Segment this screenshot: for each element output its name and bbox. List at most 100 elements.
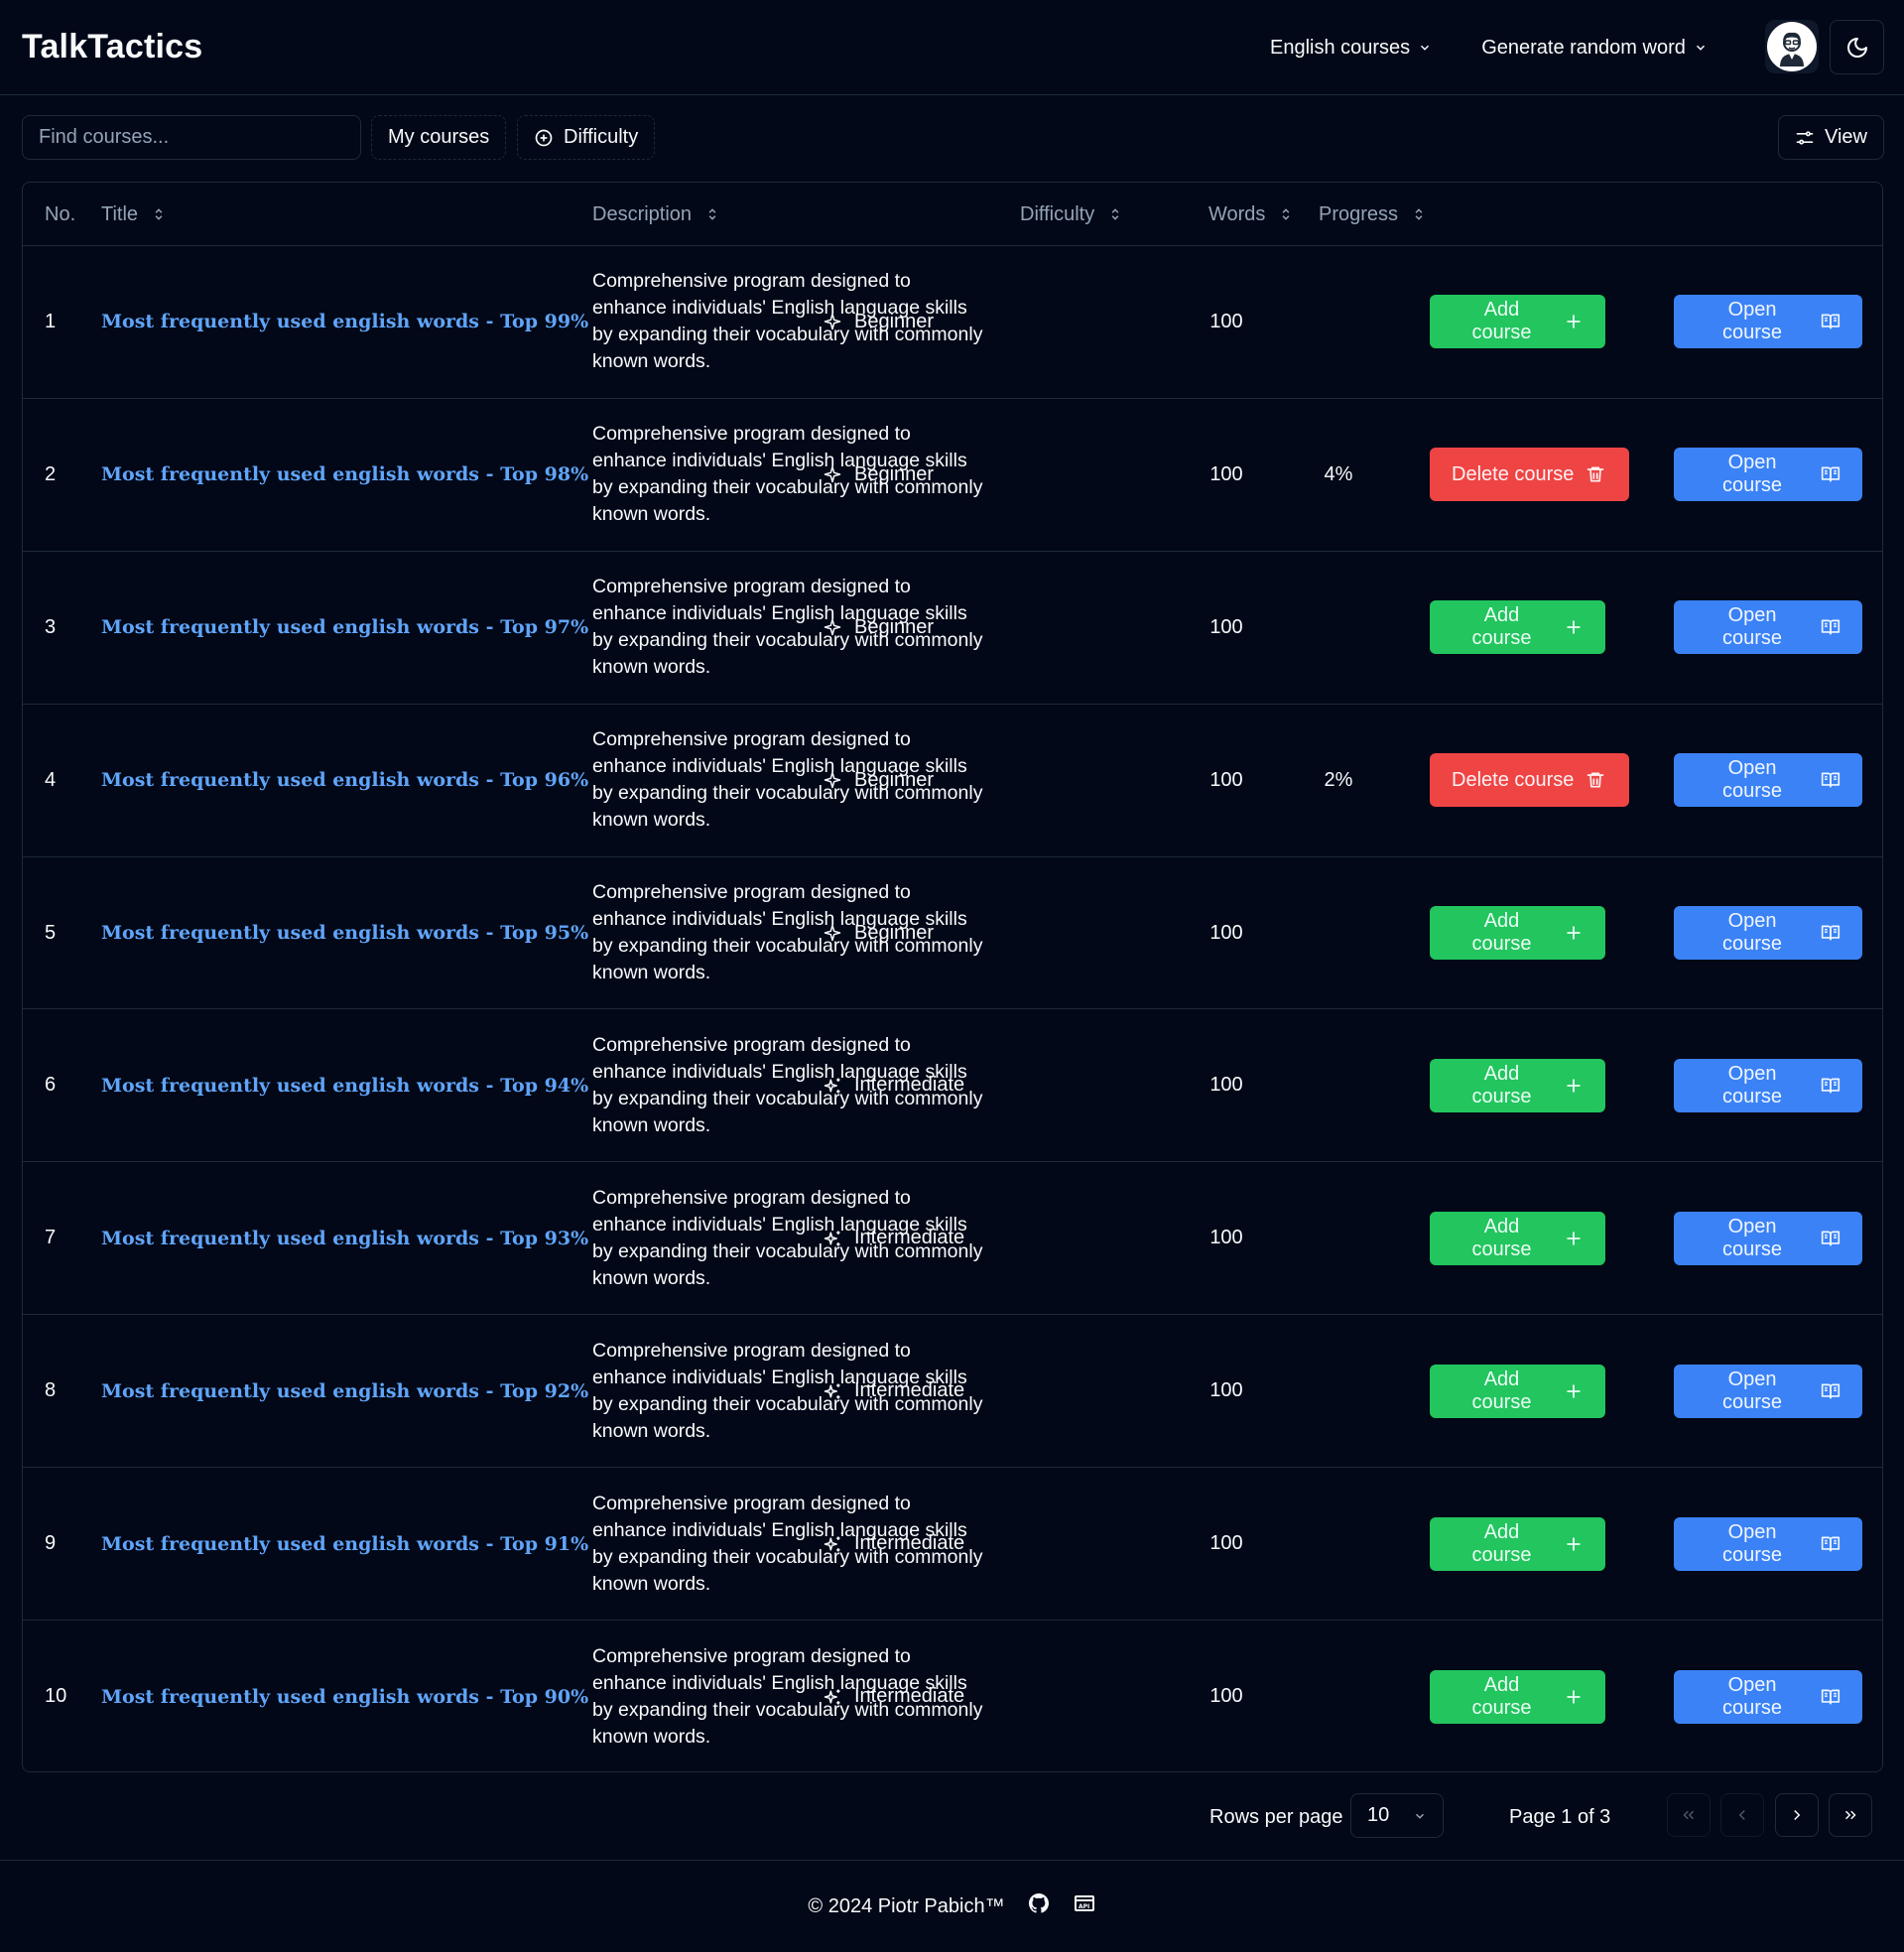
row-number: 9	[45, 1532, 57, 1555]
course-title-link[interactable]: Most frequently used english words - Top…	[101, 1315, 588, 1467]
book-open-icon	[1821, 925, 1841, 941]
open-course-button[interactable]: Open course	[1674, 1058, 1862, 1112]
delete-course-button[interactable]: Delete course	[1430, 753, 1629, 808]
sort-icon	[1111, 208, 1119, 220]
book-open-icon	[1821, 1231, 1841, 1246]
course-title-link[interactable]: Most frequently used english words - Top…	[101, 857, 588, 1009]
course-words: 100	[1209, 1074, 1243, 1097]
user-avatar-icon	[1780, 32, 1804, 66]
column-header-words[interactable]: Words	[1208, 183, 1293, 246]
course-title-link[interactable]: Most frequently used english words - Top…	[101, 1468, 588, 1620]
view-options-button[interactable]: View	[1778, 115, 1884, 160]
open-course-button[interactable]: Open course	[1674, 753, 1862, 808]
page-info: Page 1 of 3	[1509, 1806, 1611, 1828]
plus-icon	[1567, 315, 1581, 329]
row-number: 1	[45, 310, 57, 332]
add-course-button[interactable]: Add course	[1430, 1211, 1605, 1265]
difficulty-filter-button[interactable]: Difficulty	[517, 115, 656, 160]
action-label: Add course	[1471, 910, 1532, 955]
open-course-button[interactable]: Open course	[1674, 295, 1862, 349]
course-progress: 4%	[1324, 462, 1353, 485]
search-input[interactable]	[22, 115, 361, 160]
add-course-button[interactable]: Add course	[1430, 295, 1605, 349]
chevron-right-icon	[1794, 1809, 1801, 1821]
row-number: 4	[45, 768, 57, 791]
book-open-icon	[1821, 619, 1841, 635]
course-title-link[interactable]: Most frequently used english words - Top…	[101, 1621, 588, 1771]
random-word-label: Generate random word	[1481, 36, 1686, 59]
course-title-link[interactable]: Most frequently used english words - Top…	[101, 1009, 588, 1161]
api-icon: API	[1074, 1895, 1094, 1911]
action-label: Delete course	[1452, 462, 1575, 485]
add-course-button[interactable]: Add course	[1430, 1516, 1605, 1571]
open-label: Open course	[1722, 1673, 1783, 1719]
row-number: 7	[45, 1227, 57, 1249]
course-title-link[interactable]: Most frequently used english words - Top…	[101, 246, 588, 398]
difficulty-label: Beginner	[854, 921, 935, 944]
course-difficulty: Intermediate	[823, 1315, 964, 1467]
open-course-button[interactable]: Open course	[1674, 906, 1862, 960]
open-course-button[interactable]: Open course	[1674, 1669, 1862, 1724]
rows-per-page-label: Rows per page	[1209, 1806, 1343, 1828]
theme-toggle-button[interactable]	[1830, 20, 1884, 74]
open-label: Open course	[1722, 1215, 1783, 1260]
difficulty-label: Beginner	[854, 462, 935, 485]
open-course-button[interactable]: Open course	[1674, 1516, 1862, 1571]
rows-per-page-select[interactable]: 10	[1350, 1793, 1444, 1838]
book-open-icon	[1821, 314, 1841, 329]
action-label: Add course	[1471, 1062, 1532, 1107]
open-label: Open course	[1722, 1520, 1783, 1566]
table-row: 9 Most frequently used english words - T…	[23, 1468, 1882, 1622]
previous-page-button[interactable]	[1720, 1793, 1764, 1837]
difficulty-label: Intermediate	[854, 1685, 965, 1708]
course-title-link[interactable]: Most frequently used english words - Top…	[101, 1162, 588, 1314]
plus-icon	[1567, 1232, 1581, 1245]
course-title-link[interactable]: Most frequently used english words - Top…	[101, 399, 588, 551]
avatar	[1767, 22, 1817, 71]
column-header-progress[interactable]: Progress	[1319, 183, 1426, 246]
column-header-difficulty[interactable]: Difficulty	[1020, 183, 1122, 246]
column-difficulty-label: Difficulty	[1020, 202, 1095, 225]
english-courses-menu[interactable]: English courses	[1270, 37, 1432, 60]
first-page-button[interactable]	[1667, 1793, 1711, 1837]
table-row: 2 Most frequently used english words - T…	[23, 399, 1882, 552]
add-course-button[interactable]: Add course	[1430, 1669, 1605, 1724]
user-avatar-button[interactable]	[1765, 20, 1819, 73]
course-progress: 2%	[1324, 768, 1353, 791]
action-label: Add course	[1471, 1520, 1532, 1566]
sparkles-icon	[824, 1689, 840, 1705]
open-course-button[interactable]: Open course	[1674, 600, 1862, 655]
plus-icon	[1567, 1690, 1581, 1704]
course-words: 100	[1209, 1227, 1243, 1249]
my-courses-filter-button[interactable]: My courses	[371, 115, 507, 160]
column-no-label: No.	[45, 202, 76, 225]
sparkle-icon	[824, 466, 841, 483]
column-words-label: Words	[1208, 202, 1266, 225]
add-course-button[interactable]: Add course	[1430, 1058, 1605, 1112]
open-course-button[interactable]: Open course	[1674, 448, 1862, 502]
brand-logo[interactable]: TalkTactics	[22, 28, 202, 66]
column-header-description[interactable]: Description	[592, 183, 719, 246]
course-title-link[interactable]: Most frequently used english words - Top…	[101, 552, 588, 704]
course-difficulty: Beginner	[823, 705, 934, 856]
random-word-menu[interactable]: Generate random word	[1481, 37, 1708, 60]
plus-circle-icon	[535, 129, 553, 146]
github-link[interactable]	[1027, 1891, 1051, 1921]
add-course-button[interactable]: Add course	[1430, 600, 1605, 655]
last-page-button[interactable]	[1829, 1793, 1872, 1837]
open-course-button[interactable]: Open course	[1674, 1211, 1862, 1265]
chevrons-right-icon	[1844, 1810, 1856, 1820]
sort-icon	[1282, 208, 1290, 220]
row-number: 8	[45, 1379, 57, 1402]
api-link[interactable]: API	[1073, 1891, 1096, 1921]
add-course-button[interactable]: Add course	[1430, 1364, 1605, 1418]
course-title-link[interactable]: Most frequently used english words - Top…	[101, 705, 588, 856]
app-header: TalkTactics English courses Generate ran…	[0, 0, 1904, 95]
add-course-button[interactable]: Add course	[1430, 906, 1605, 960]
open-course-button[interactable]: Open course	[1674, 1364, 1862, 1418]
next-page-button[interactable]	[1775, 1793, 1819, 1837]
difficulty-label: Beginner	[854, 310, 935, 332]
column-header-title[interactable]: Title	[101, 183, 166, 246]
delete-course-button[interactable]: Delete course	[1430, 448, 1629, 502]
difficulty-filter-label: Difficulty	[564, 126, 639, 148]
